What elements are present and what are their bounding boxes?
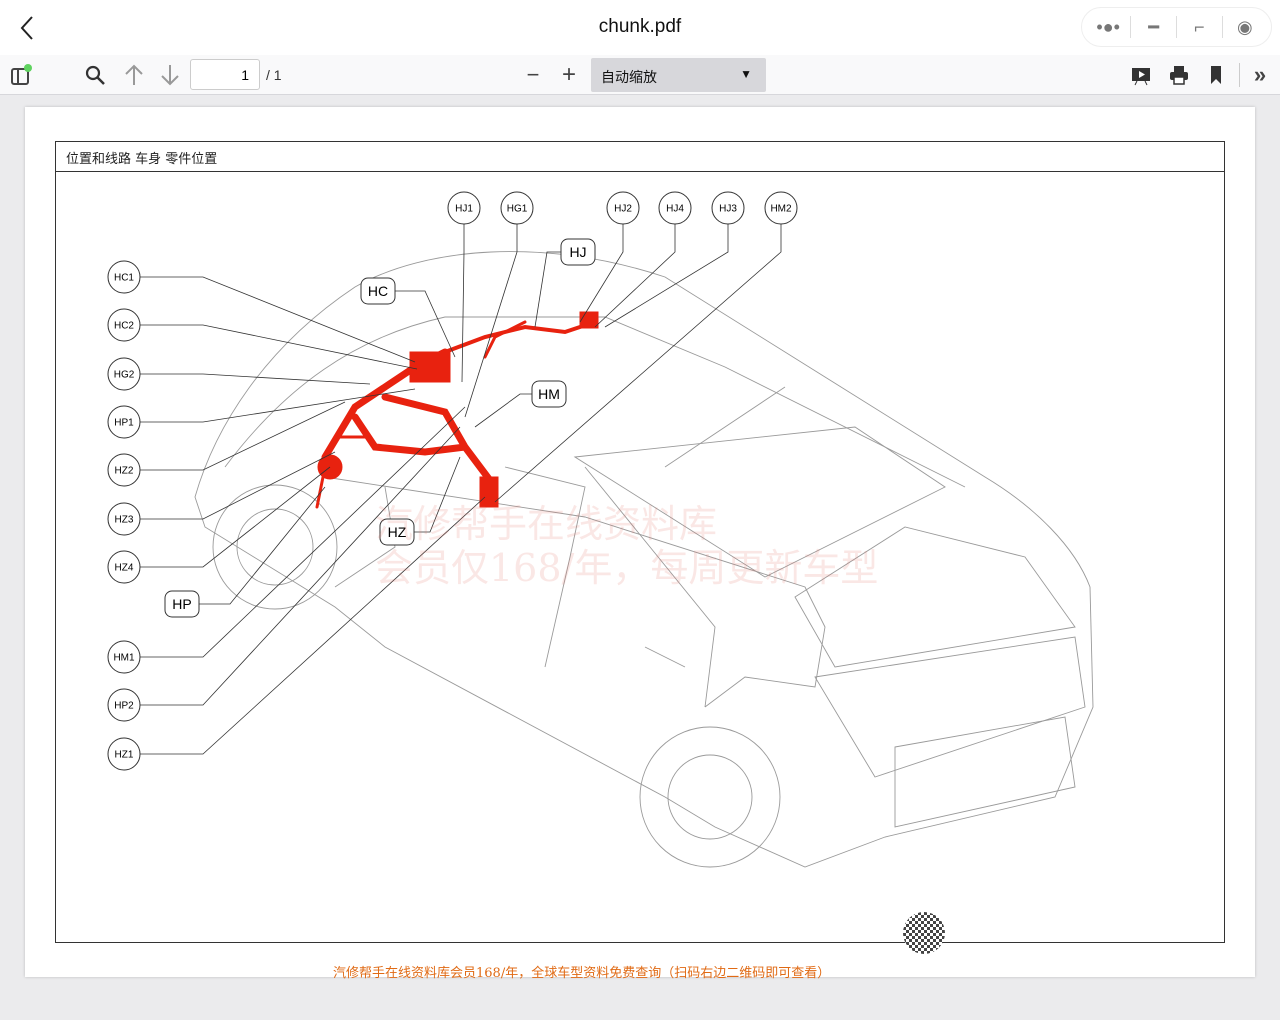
watermark-line: 汽修帮手在线资料库 xyxy=(375,502,718,546)
leader-line xyxy=(199,486,326,605)
callout-text: HZ3 xyxy=(115,515,134,526)
more-icon[interactable]: •●• xyxy=(1090,13,1126,41)
previous-page-icon[interactable] xyxy=(122,61,146,89)
wiring-harness xyxy=(315,311,599,509)
page-number-input[interactable] xyxy=(190,59,260,90)
callout-: HZ3 xyxy=(107,502,141,536)
leader-line xyxy=(140,373,371,385)
bookmark-icon[interactable] xyxy=(1204,61,1228,89)
leader-line xyxy=(474,393,532,428)
callout-text: HG2 xyxy=(114,370,135,381)
callout-text: HC1 xyxy=(114,273,134,284)
search-icon[interactable] xyxy=(82,61,108,89)
zoom-in-icon[interactable]: + xyxy=(557,61,581,89)
callout-: HP2 xyxy=(107,688,141,722)
callout-: HJ1 xyxy=(447,191,481,225)
callout-text: HZ4 xyxy=(115,563,134,574)
callout-: HC1 xyxy=(107,260,141,294)
callout-: HP1 xyxy=(107,405,141,439)
leader-line xyxy=(594,224,676,328)
callout-text: HJ4 xyxy=(666,204,684,215)
presentation-icon[interactable] xyxy=(1128,61,1154,89)
callout-text: HP xyxy=(172,596,191,612)
callout-: HM1 xyxy=(107,640,141,674)
callout-text: HJ1 xyxy=(455,204,473,215)
next-page-icon[interactable] xyxy=(158,61,182,89)
callout-text: HC xyxy=(368,283,388,299)
callout-text: HJ2 xyxy=(614,204,632,215)
zoom-out-icon[interactable]: − xyxy=(521,61,545,89)
watermark: 汽修帮手在线资料库 会员仅168/年，每周更新车型 xyxy=(375,502,878,590)
zoom-value: 自动缩放 xyxy=(601,69,657,85)
callout-text: HJ3 xyxy=(719,204,737,215)
title-bar: chunk.pdf •●• ━ ⌐ ◉ xyxy=(0,0,1280,55)
leader-line xyxy=(494,224,782,503)
callout-: HZ4 xyxy=(107,550,141,584)
callout-: HJ2 xyxy=(606,191,640,225)
callout-: HG2 xyxy=(107,357,141,391)
leader-line xyxy=(461,224,465,383)
leader-line xyxy=(534,251,561,328)
leader-line xyxy=(140,451,336,520)
footer-note: 汽修帮手在线资料库会员168/年，全球车型资料免费查询（扫码右边二维码即可查看） xyxy=(333,966,831,981)
callout-: HP xyxy=(164,590,200,618)
divider xyxy=(1239,63,1240,87)
sidebar-toggle-icon[interactable] xyxy=(8,61,34,89)
callout-text: HM xyxy=(538,386,560,402)
callout-: HZ2 xyxy=(107,453,141,487)
minimize-icon[interactable]: ━ xyxy=(1136,13,1172,41)
callout-text: HZ2 xyxy=(115,466,134,477)
leader-line xyxy=(140,466,331,568)
print-icon[interactable] xyxy=(1166,61,1192,89)
callout-text: HP2 xyxy=(114,701,134,712)
leader-line xyxy=(140,401,346,471)
chevron-down-icon: ▼ xyxy=(740,67,752,81)
callout-: HJ xyxy=(560,238,596,266)
leader-line xyxy=(604,224,729,328)
callout-text: HC2 xyxy=(114,321,134,332)
page-count: / 1 xyxy=(266,67,282,83)
callout-: HC2 xyxy=(107,308,141,342)
callout-text: HJ xyxy=(569,244,586,260)
window-controls: •●• ━ ⌐ ◉ xyxy=(1081,7,1272,47)
more-tools-icon[interactable]: » xyxy=(1248,61,1272,89)
callout-text: HM2 xyxy=(770,204,792,215)
qr-code xyxy=(903,912,945,954)
zoom-select[interactable]: 自动缩放 ▼ xyxy=(591,58,766,92)
callout-text: HG1 xyxy=(507,204,528,215)
callout-: HG1 xyxy=(500,191,534,225)
watermark-line: 会员仅168/年，每周更新车型 xyxy=(375,546,879,590)
callout-text: HZ1 xyxy=(115,750,134,761)
callout-: HZ1 xyxy=(107,737,141,771)
callout-: HC xyxy=(360,277,396,305)
callout-: HM2 xyxy=(764,191,798,225)
callout-: HJ3 xyxy=(711,191,745,225)
pdf-toolbar: / 1 − + 自动缩放 ▼ » xyxy=(0,55,1280,95)
leader-line xyxy=(395,290,456,358)
pdf-page: 位置和线路 车身 零件位置 HJ1 HG1 HJ2 HJ4 HJ3 HM2 HC1 HC2 HG… xyxy=(25,107,1255,981)
callout-: HJ4 xyxy=(658,191,692,225)
leader-line xyxy=(140,324,418,370)
callout-: HM xyxy=(531,380,567,408)
callout-text: HM1 xyxy=(113,653,135,664)
record-icon[interactable]: ◉ xyxy=(1227,13,1263,41)
callout-text: HP1 xyxy=(114,418,134,429)
restore-icon[interactable]: ⌐ xyxy=(1181,13,1217,41)
